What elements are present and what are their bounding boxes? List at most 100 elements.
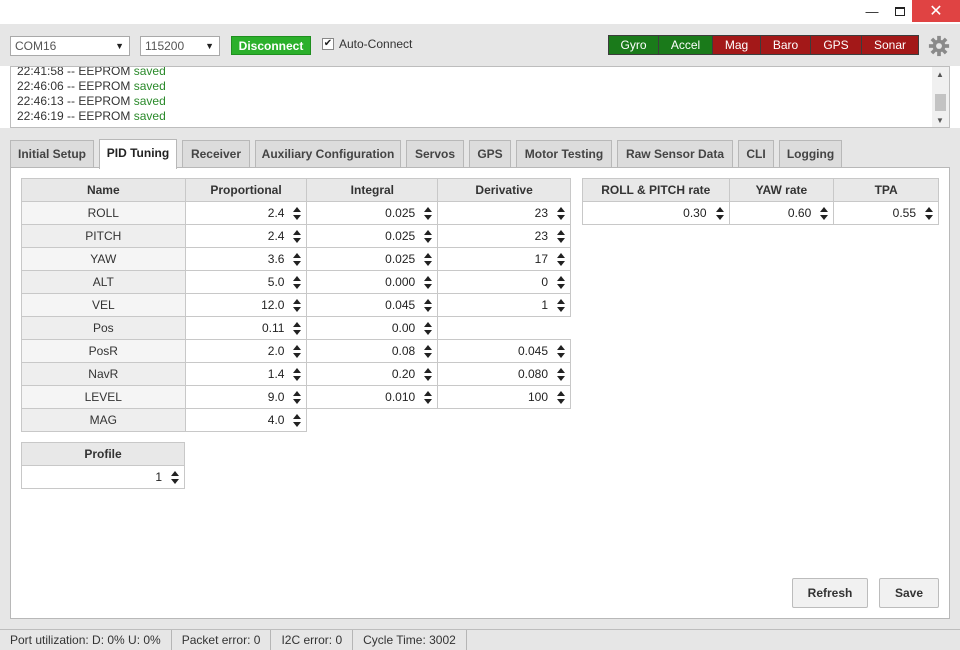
tab-gps[interactable]: GPS bbox=[469, 140, 511, 167]
tab-receiver[interactable]: Receiver bbox=[182, 140, 250, 167]
p-value-input[interactable]: 9.0 bbox=[184, 385, 308, 409]
profile-input[interactable]: 1 bbox=[21, 465, 185, 489]
disconnect-button[interactable]: Disconnect bbox=[231, 36, 311, 55]
p-value-input[interactable]: 4.0 bbox=[184, 408, 308, 432]
spinner-icon[interactable] bbox=[293, 413, 302, 428]
spinner-icon[interactable] bbox=[557, 275, 565, 290]
spinner-icon[interactable] bbox=[820, 206, 829, 221]
spinner-icon[interactable] bbox=[293, 390, 302, 405]
profile-header: Profile bbox=[21, 442, 185, 466]
checkbox-checked-icon[interactable]: ✔ bbox=[322, 38, 334, 50]
i-value-input[interactable]: 0.045 bbox=[306, 293, 439, 317]
d-value-input[interactable]: 100 bbox=[437, 385, 571, 409]
row-name: NavR bbox=[21, 362, 186, 386]
p-value-input[interactable]: 2.4 bbox=[184, 201, 308, 225]
spinner-icon[interactable] bbox=[424, 390, 433, 405]
spinner-icon[interactable] bbox=[557, 367, 565, 382]
d-value-input[interactable]: 0.045 bbox=[437, 339, 571, 363]
log-line: 22:46:19 -- EEPROM saved bbox=[17, 109, 166, 123]
d-value-input[interactable]: 23 bbox=[437, 201, 571, 225]
spinner-icon[interactable] bbox=[424, 344, 433, 359]
spinner-icon[interactable] bbox=[293, 344, 302, 359]
spinner-icon[interactable] bbox=[293, 229, 302, 244]
tab-cli[interactable]: CLI bbox=[738, 140, 774, 167]
p-value-input[interactable]: 2.4 bbox=[184, 224, 308, 248]
rate-header-row: ROLL & PITCH rate YAW rate TPA bbox=[582, 178, 939, 202]
spinner-icon[interactable] bbox=[424, 229, 433, 244]
scroll-down-icon[interactable]: ▼ bbox=[936, 116, 944, 125]
spinner-icon[interactable] bbox=[424, 206, 433, 221]
spinner-icon[interactable] bbox=[557, 252, 565, 267]
tab-bar: Initial Setup PID Tuning Receiver Auxili… bbox=[0, 128, 960, 169]
spinner-icon[interactable] bbox=[424, 367, 433, 382]
refresh-button[interactable]: Refresh bbox=[792, 578, 868, 608]
gear-icon[interactable] bbox=[928, 35, 950, 57]
scroll-thumb[interactable] bbox=[935, 94, 946, 111]
spinner-icon[interactable] bbox=[557, 206, 565, 221]
spinner-icon[interactable] bbox=[925, 206, 933, 221]
log-scrollbar[interactable]: ▲ ▼ bbox=[932, 67, 949, 127]
tab-initial-setup[interactable]: Initial Setup bbox=[10, 140, 94, 167]
minimize-button[interactable]: — bbox=[858, 0, 886, 22]
tab-motor-testing[interactable]: Motor Testing bbox=[516, 140, 612, 167]
spinner-icon[interactable] bbox=[293, 298, 302, 313]
i-value-input[interactable]: 0.025 bbox=[306, 224, 439, 248]
baud-select[interactable]: 115200 ▼ bbox=[140, 36, 220, 56]
spinner-icon[interactable] bbox=[557, 390, 565, 405]
column-header: Name bbox=[21, 178, 186, 202]
i-value-input[interactable]: 0.20 bbox=[306, 362, 439, 386]
spinner-icon[interactable] bbox=[171, 470, 179, 485]
maximize-button[interactable] bbox=[886, 0, 914, 22]
tab-auxiliary-configuration[interactable]: Auxiliary Configuration bbox=[255, 140, 401, 167]
d-value-input[interactable]: 0.080 bbox=[437, 362, 571, 386]
pid-table: Name Proportional Integral Derivative RO… bbox=[21, 178, 571, 432]
spinner-icon[interactable] bbox=[557, 229, 565, 244]
port-select[interactable]: COM16 ▼ bbox=[10, 36, 130, 56]
i-value-input[interactable]: 0.025 bbox=[306, 201, 439, 225]
tab-servos[interactable]: Servos bbox=[406, 140, 464, 167]
tpa-input[interactable]: 0.55 bbox=[833, 201, 939, 225]
p-value-input[interactable]: 3.6 bbox=[184, 247, 308, 271]
p-value-input[interactable]: 5.0 bbox=[184, 270, 308, 294]
p-value-input[interactable]: 0.11 bbox=[184, 316, 308, 340]
d-value-input[interactable]: 23 bbox=[437, 224, 571, 248]
spinner-icon[interactable] bbox=[715, 206, 724, 221]
roll-pitch-rate-input[interactable]: 0.30 bbox=[582, 201, 730, 225]
pid-header-row: Name Proportional Integral Derivative bbox=[21, 178, 571, 202]
d-value-input[interactable]: 17 bbox=[437, 247, 571, 271]
d-value-input[interactable]: 1 bbox=[437, 293, 571, 317]
table-row: ALT 5.0 0.000 0 bbox=[21, 270, 571, 294]
spinner-icon[interactable] bbox=[424, 252, 433, 267]
scroll-up-icon[interactable]: ▲ bbox=[936, 70, 944, 79]
i-value-input[interactable]: 0.025 bbox=[306, 247, 439, 271]
frame-bottom bbox=[0, 619, 960, 629]
spinner-icon[interactable] bbox=[293, 252, 302, 267]
spinner-icon[interactable] bbox=[557, 344, 565, 359]
d-value-input[interactable]: 0 bbox=[437, 270, 571, 294]
save-button[interactable]: Save bbox=[879, 578, 939, 608]
close-button[interactable]: ✕ bbox=[912, 0, 960, 22]
spinner-icon[interactable] bbox=[424, 298, 433, 313]
p-value-input[interactable]: 1.4 bbox=[184, 362, 308, 386]
table-row: LEVEL 9.0 0.010 100 bbox=[21, 385, 571, 409]
spinner-icon[interactable] bbox=[293, 367, 302, 382]
spinner-icon[interactable] bbox=[293, 275, 302, 290]
yaw-rate-input[interactable]: 0.60 bbox=[728, 201, 835, 225]
spinner-icon[interactable] bbox=[293, 321, 302, 336]
i-value-input[interactable]: 0.000 bbox=[306, 270, 439, 294]
p-value-input[interactable]: 2.0 bbox=[184, 339, 308, 363]
frame-right bbox=[950, 128, 960, 620]
spinner-icon[interactable] bbox=[424, 321, 433, 336]
tab-pid-tuning[interactable]: PID Tuning bbox=[99, 139, 177, 169]
spinner-icon[interactable] bbox=[557, 298, 565, 313]
tab-logging[interactable]: Logging bbox=[779, 140, 842, 167]
auto-connect-toggle[interactable]: ✔ Auto-Connect bbox=[322, 37, 412, 51]
spinner-icon[interactable] bbox=[424, 275, 433, 290]
i-value-input[interactable]: 0.010 bbox=[306, 385, 439, 409]
i-value-input[interactable]: 0.00 bbox=[306, 316, 439, 340]
p-value-input[interactable]: 12.0 bbox=[184, 293, 308, 317]
spinner-icon[interactable] bbox=[293, 206, 302, 221]
table-row: PITCH 2.4 0.025 23 bbox=[21, 224, 571, 248]
i-value-input[interactable]: 0.08 bbox=[306, 339, 439, 363]
tab-raw-sensor-data[interactable]: Raw Sensor Data bbox=[617, 140, 733, 167]
